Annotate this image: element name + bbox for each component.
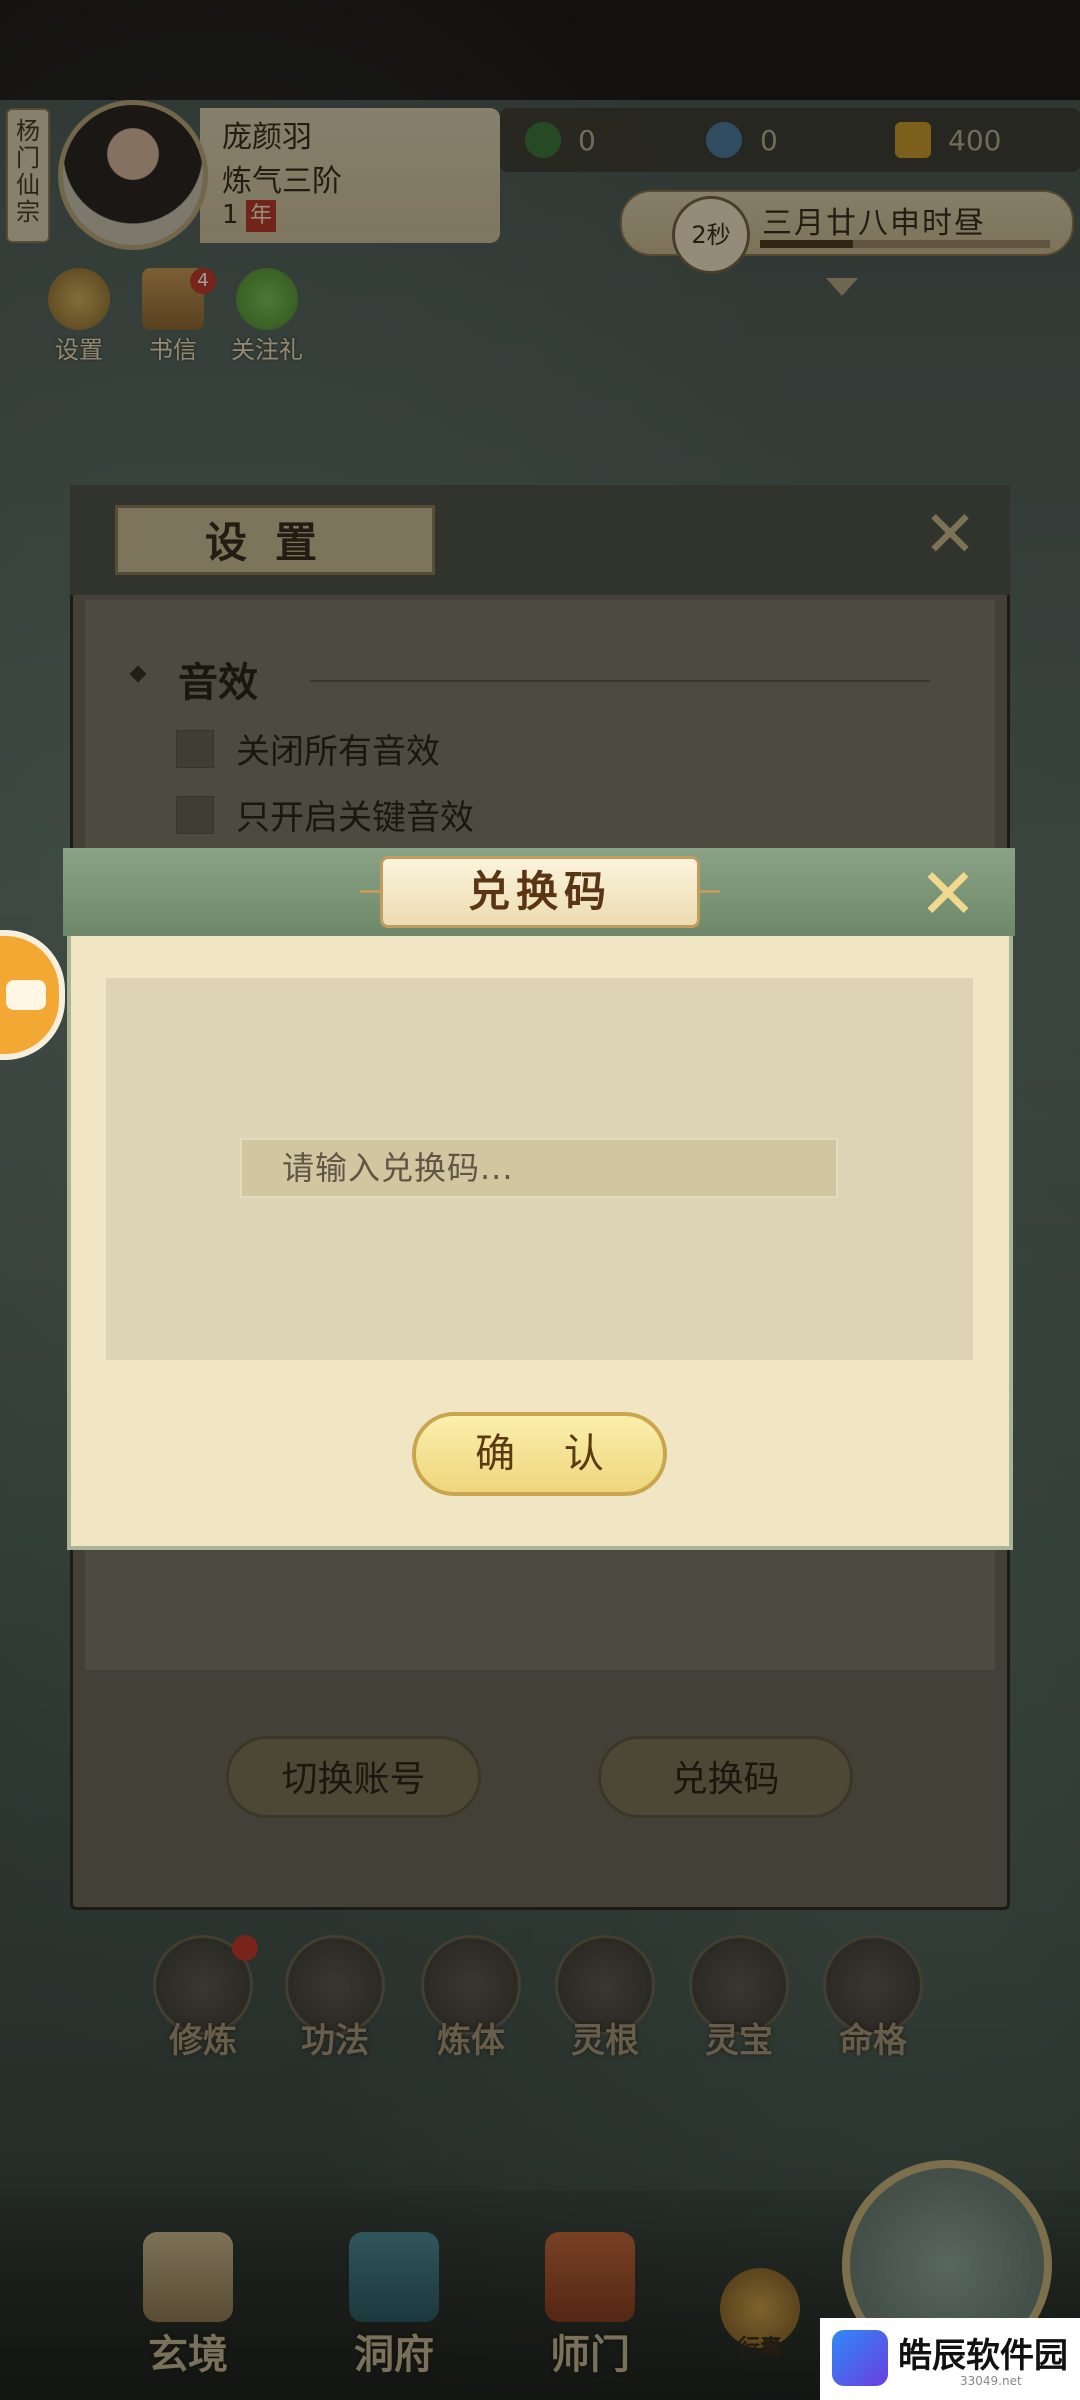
watermark-name: 皓辰软件园 xyxy=(898,2336,1068,2376)
redeem-title: 兑换码 xyxy=(380,856,700,928)
confirm-button[interactable]: 确 认 xyxy=(412,1412,667,1496)
gamepad-icon xyxy=(6,980,46,1010)
redeem-code-input[interactable] xyxy=(240,1138,838,1198)
redeem-close-icon[interactable]: ✕ xyxy=(912,858,984,930)
watermark-url: 33049.net xyxy=(960,2374,1022,2388)
watermark-logo xyxy=(832,2330,888,2386)
